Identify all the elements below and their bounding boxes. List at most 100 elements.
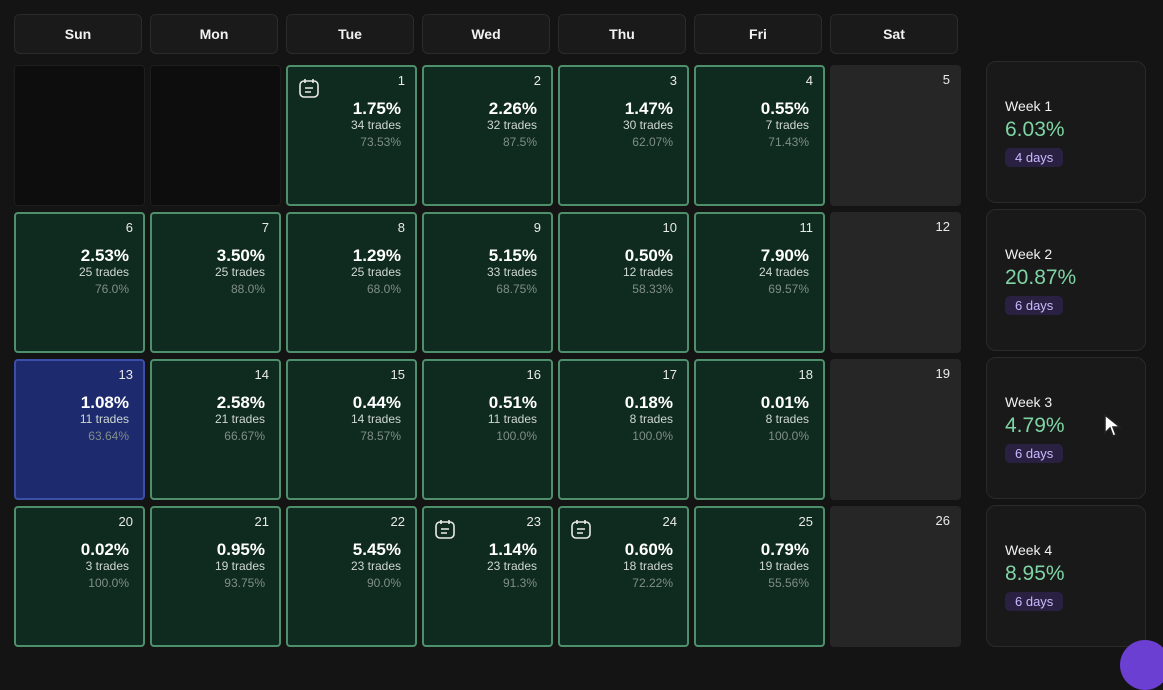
day-number: 25 — [798, 514, 813, 529]
day-cell-14[interactable]: 14 2.58% 21 trades 66.67% — [150, 359, 281, 500]
day-pnl-percent: 0.60% — [624, 540, 673, 559]
week-summary-1[interactable]: Week 1 6.03% 4 days — [986, 61, 1146, 203]
note-icon[interactable] — [434, 518, 456, 540]
day-number: 21 — [254, 514, 269, 529]
note-icon[interactable] — [570, 518, 592, 540]
day-cell-23[interactable]: 23 1.14% 23 trades 91.3% — [422, 506, 553, 647]
day-pnl-percent: 3.50% — [216, 246, 265, 265]
week-summary-2[interactable]: Week 2 20.87% 6 days — [986, 209, 1146, 351]
day-number: 1 — [397, 73, 405, 88]
day-trade-count: 7 trades — [765, 118, 809, 132]
day-trade-count: 21 trades — [214, 412, 265, 426]
day-cell-7[interactable]: 7 3.50% 25 trades 88.0% — [150, 212, 281, 353]
weekday-header-thu: Thu — [558, 14, 686, 54]
day-cell-17[interactable]: 17 0.18% 8 trades 100.0% — [558, 359, 689, 500]
day-cell-10[interactable]: 10 0.50% 12 trades 58.33% — [558, 212, 689, 353]
week-days-badge: 6 days — [1005, 296, 1064, 315]
note-icon[interactable] — [298, 77, 320, 99]
day-pnl-percent: 0.79% — [760, 540, 809, 559]
day-cell-1[interactable]: 1 1.75% 34 trades 73.53% — [286, 65, 417, 206]
day-trade-count: 11 trades — [79, 412, 129, 426]
day-win-rate: 71.43% — [768, 135, 809, 149]
day-cell-16[interactable]: 16 0.51% 11 trades 100.0% — [422, 359, 553, 500]
day-win-rate: 100.0% — [632, 429, 673, 443]
day-cell-26[interactable]: 26 — [830, 506, 961, 647]
day-cell-24[interactable]: 24 0.60% 18 trades 72.22% — [558, 506, 689, 647]
day-win-rate: 76.0% — [94, 282, 129, 296]
day-win-rate: 93.75% — [224, 576, 265, 590]
day-trade-count: 25 trades — [78, 265, 129, 279]
day-trade-count: 3 trades — [85, 559, 129, 573]
day-pnl-percent: 0.01% — [760, 393, 809, 412]
day-number: 13 — [118, 367, 133, 382]
day-pnl-percent: 0.18% — [624, 393, 673, 412]
cursor-icon — [1104, 413, 1123, 437]
day-win-rate: 68.0% — [366, 282, 401, 296]
week-pnl-percent: 20.87% — [1005, 266, 1077, 289]
day-pnl-percent: 1.08% — [80, 393, 129, 412]
day-cell-4[interactable]: 4 0.55% 7 trades 71.43% — [694, 65, 825, 206]
day-trade-count: 19 trades — [214, 559, 265, 573]
day-win-rate: 66.67% — [224, 429, 265, 443]
day-number: 19 — [935, 366, 950, 381]
weekday-header-tue: Tue — [286, 14, 414, 54]
day-pnl-percent: 0.51% — [488, 393, 537, 412]
day-number: 26 — [935, 513, 950, 528]
day-win-rate: 90.0% — [366, 576, 401, 590]
day-number: 16 — [526, 367, 541, 382]
day-trade-count: 24 trades — [758, 265, 809, 279]
day-win-rate: 72.22% — [632, 576, 673, 590]
day-pnl-percent: 0.95% — [216, 540, 265, 559]
day-cell-2[interactable]: 2 2.26% 32 trades 87.5% — [422, 65, 553, 206]
day-number: 5 — [942, 72, 950, 87]
week-summary-4[interactable]: Week 4 8.95% 6 days — [986, 505, 1146, 647]
day-trade-count: 30 trades — [622, 118, 673, 132]
day-cell-19[interactable]: 19 — [830, 359, 961, 500]
day-cell-20[interactable]: 20 0.02% 3 trades 100.0% — [14, 506, 145, 647]
day-cell-3[interactable]: 3 1.47% 30 trades 62.07% — [558, 65, 689, 206]
day-pnl-percent: 2.53% — [80, 246, 129, 265]
day-pnl-percent: 5.15% — [488, 246, 537, 265]
week-days-badge: 4 days — [1005, 148, 1064, 167]
week-days-badge: 6 days — [1005, 444, 1064, 463]
day-trade-count: 32 trades — [486, 118, 537, 132]
day-pnl-percent: 1.75% — [352, 99, 401, 118]
day-cell-13[interactable]: 13 1.08% 11 trades 63.64% — [14, 359, 145, 500]
day-win-rate: 88.0% — [230, 282, 265, 296]
day-cell-22[interactable]: 22 5.45% 23 trades 90.0% — [286, 506, 417, 647]
day-number: 15 — [390, 367, 405, 382]
day-number: 23 — [526, 514, 541, 529]
day-number: 24 — [662, 514, 677, 529]
day-cell-15[interactable]: 15 0.44% 14 trades 78.57% — [286, 359, 417, 500]
week-label: Week 1 — [1005, 98, 1053, 114]
day-trade-count: 19 trades — [758, 559, 809, 573]
day-win-rate: 78.57% — [360, 429, 401, 443]
day-number: 9 — [533, 220, 541, 235]
day-cell-18[interactable]: 18 0.01% 8 trades 100.0% — [694, 359, 825, 500]
day-trade-count: 25 trades — [350, 265, 401, 279]
help-button[interactable] — [1120, 640, 1163, 690]
day-trade-count: 8 trades — [765, 412, 809, 426]
day-trade-count: 11 trades — [487, 412, 537, 426]
day-cell-12[interactable]: 12 — [830, 212, 961, 353]
day-number: 17 — [662, 367, 677, 382]
day-number: 12 — [935, 219, 950, 234]
day-number: 20 — [118, 514, 133, 529]
day-cell-11[interactable]: 11 7.90% 24 trades 69.57% — [694, 212, 825, 353]
day-trade-count: 18 trades — [622, 559, 673, 573]
day-pnl-percent: 0.44% — [352, 393, 401, 412]
day-cell-5[interactable]: 5 — [830, 65, 961, 206]
day-cell-8[interactable]: 8 1.29% 25 trades 68.0% — [286, 212, 417, 353]
week-pnl-percent: 8.95% — [1005, 562, 1065, 585]
day-cell-9[interactable]: 9 5.15% 33 trades 68.75% — [422, 212, 553, 353]
day-win-rate: 55.56% — [768, 576, 809, 590]
day-number: 8 — [397, 220, 405, 235]
day-cell-25[interactable]: 25 0.79% 19 trades 55.56% — [694, 506, 825, 647]
day-pnl-percent: 1.29% — [352, 246, 401, 265]
day-trade-count: 34 trades — [350, 118, 401, 132]
day-trade-count: 8 trades — [629, 412, 673, 426]
week-pnl-percent: 6.03% — [1005, 118, 1065, 141]
day-cell-6[interactable]: 6 2.53% 25 trades 76.0% — [14, 212, 145, 353]
day-cell-21[interactable]: 21 0.95% 19 trades 93.75% — [150, 506, 281, 647]
day-number: 6 — [125, 220, 133, 235]
